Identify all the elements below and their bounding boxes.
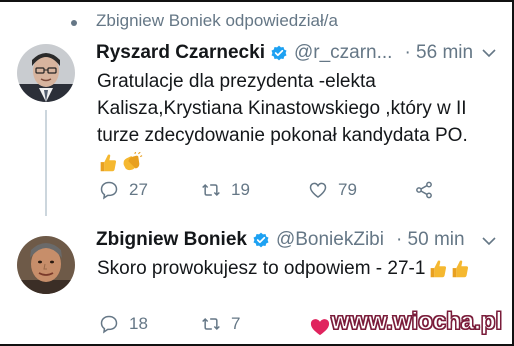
- reply-icon: [100, 181, 118, 200]
- retweet-count: 7: [231, 314, 241, 333]
- author-name[interactable]: Zbigniew Boniek: [96, 229, 247, 251]
- like-button[interactable]: 79: [308, 180, 357, 200]
- reply-icon: [100, 315, 118, 334]
- avatar[interactable]: [17, 236, 75, 294]
- share-button[interactable]: [414, 180, 434, 200]
- retweet-button[interactable]: 7: [201, 314, 240, 334]
- author-name[interactable]: Ryszard Czarnecki: [96, 42, 265, 64]
- share-icon: [416, 181, 432, 199]
- tweet-text-line: Kalisza,Krystiana Kinastowskiego ,który …: [97, 98, 467, 119]
- tweet-timestamp[interactable]: · 56 min: [404, 42, 473, 64]
- tweet-text: Gratulacje dla prezydenta -elekta Kalisz…: [97, 68, 468, 176]
- chevron-down-icon[interactable]: [482, 48, 496, 58]
- tweet-text-line: Skoro prowokujesz to odpowiem - 27-1: [97, 258, 426, 279]
- avatar-image: [17, 236, 75, 294]
- retweet-count: 19: [231, 180, 250, 199]
- tweet-timestamp[interactable]: · 50 min: [396, 229, 465, 251]
- thumbs-up-emoji-icon: [431, 259, 447, 277]
- tweet-text-line: Gratulacje dla prezydenta -elekta: [97, 71, 376, 92]
- thumbs-up-emoji-icon: [100, 153, 117, 171]
- watermark-heart-icon: [310, 319, 330, 336]
- clapping-hands-emoji-icon: [123, 151, 143, 170]
- tweet-text: Skoro prowokujesz to odpowiem - 27-1: [97, 255, 471, 282]
- reply-context-icon: [71, 20, 77, 26]
- verified-badge-icon: [271, 45, 287, 61]
- verified-badge-icon: [253, 232, 269, 248]
- avatar[interactable]: [17, 44, 75, 102]
- reply-button[interactable]: 27: [99, 180, 148, 200]
- retweet-icon: [202, 317, 220, 331]
- thread-connector-line: [45, 110, 47, 216]
- retweet-icon: [202, 183, 220, 197]
- like-count: 79: [338, 180, 357, 199]
- reply-count: 27: [129, 180, 148, 199]
- author-handle[interactable]: @r_czarn...: [294, 42, 392, 64]
- chevron-down-icon[interactable]: [482, 236, 496, 246]
- watermark-text: www.wiocha.pl: [330, 308, 503, 336]
- reply-count: 18: [129, 314, 148, 333]
- retweet-button[interactable]: 19: [201, 180, 250, 200]
- tweet-header: Zbigniew Boniek @BoniekZibi · 50 min: [96, 229, 465, 251]
- tweet-text-line: turze zdecydowanie pokonał kandydata PO.: [97, 125, 468, 146]
- thumbs-up-emoji-icon: [453, 259, 469, 277]
- author-handle[interactable]: @BoniekZibi: [276, 229, 384, 251]
- reply-context-label: Zbigniew Boniek odpowiedział/a: [96, 11, 338, 30]
- avatar-image: [17, 44, 75, 102]
- tweet-header: Ryszard Czarnecki @r_czarn... · 56 min: [96, 42, 473, 64]
- reply-button[interactable]: 18: [99, 314, 148, 334]
- heart-icon: [309, 182, 327, 199]
